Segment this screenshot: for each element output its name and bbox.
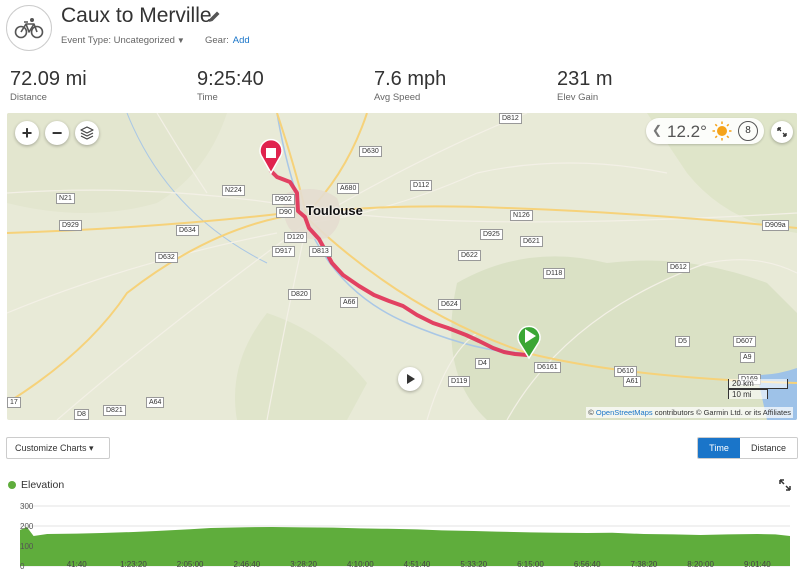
road-label: D607 [733, 336, 756, 347]
fullscreen-button[interactable] [771, 121, 793, 143]
map-attribution: © OpenStreetMaps contributors © Garmin L… [586, 407, 793, 418]
weather-widget[interactable]: ❮ 12.2° 8 [646, 118, 764, 144]
road-label: D812 [499, 113, 522, 124]
x-tick-label: 6:15:00 [517, 560, 544, 569]
road-label: D909a [762, 220, 789, 231]
road-label: D634 [176, 225, 199, 236]
sun-icon [712, 121, 732, 141]
x-tick-label: 4:10:00 [347, 560, 374, 569]
activity-type-avatar [6, 5, 52, 51]
road-label: D632 [155, 252, 178, 263]
road-label: D813 [309, 246, 332, 257]
x-tick-label: 2:05:00 [177, 560, 204, 569]
x-tick-label: 6:56:40 [574, 560, 601, 569]
time-toggle-button[interactable]: Time [698, 438, 740, 458]
road-label: D112 [410, 180, 433, 191]
customize-charts-dropdown[interactable]: Customize Charts ▾ [6, 437, 110, 459]
stat-elev-gain: 231 m Elev Gain [557, 68, 613, 103]
activity-header: Caux to Merville Event Type: Uncategoriz… [0, 0, 800, 60]
road-label: A9 [740, 352, 755, 363]
stat-avg-speed: 7.6 mph Avg Speed [374, 68, 447, 103]
layers-icon [80, 126, 94, 140]
stat-distance: 72.09 mi Distance [10, 68, 87, 103]
road-label: 17 [7, 397, 21, 408]
road-label: D119 [448, 376, 471, 387]
expand-icon [777, 127, 787, 137]
zoom-out-button[interactable]: − [45, 121, 69, 145]
play-route-button[interactable] [398, 367, 422, 391]
road-label: D8 [74, 409, 89, 420]
x-tick-label: 4:51:40 [404, 560, 431, 569]
x-tick-label: 41:40 [67, 560, 88, 569]
x-tick-label: 7:38:20 [631, 560, 658, 569]
chevron-left-icon[interactable]: ❮ [652, 123, 662, 137]
road-label: D4 [475, 358, 490, 369]
road-label: A64 [146, 397, 165, 408]
elevation-legend-dot [8, 481, 16, 489]
road-label: D929 [59, 220, 82, 231]
end-marker-icon [259, 138, 283, 175]
road-label: D90 [276, 207, 295, 218]
road-label: A66 [340, 297, 359, 308]
road-label: D5 [675, 336, 690, 347]
x-tick-label: 5:33:20 [460, 560, 487, 569]
wind-speed-indicator: 8 [738, 121, 758, 141]
y-tick-label: 200 [20, 522, 34, 531]
event-type-dropdown[interactable]: Event Type: Uncategorized ▼ [61, 35, 185, 46]
road-label: D622 [458, 250, 481, 261]
x-tick-label: 3:28:20 [290, 560, 317, 569]
road-label: D612 [667, 262, 690, 273]
road-label: N21 [56, 193, 75, 204]
x-tick-label: 9:01:40 [744, 560, 771, 569]
gear-field: Gear: Add [205, 35, 250, 46]
distance-toggle-button[interactable]: Distance [740, 438, 797, 458]
x-tick-label: 1:23:20 [120, 560, 147, 569]
road-label: N126 [510, 210, 533, 221]
road-label: D917 [272, 246, 295, 257]
road-label: D902 [272, 194, 295, 205]
add-gear-link[interactable]: Add [233, 35, 250, 46]
road-label: A61 [623, 376, 642, 387]
caret-down-icon: ▼ [176, 36, 185, 45]
zoom-in-button[interactable]: + [15, 121, 39, 145]
activity-title: Caux to Merville [61, 4, 212, 27]
route-map[interactable]: D812 D630 N224 A680 D112 N21 D902 D90 D929 D634 D1… [7, 113, 797, 420]
weather-temp: 12.2° [667, 122, 707, 141]
elevation-chart-title: Elevation [8, 479, 64, 491]
road-label: D120 [284, 232, 307, 243]
road-label: D118 [543, 268, 566, 279]
stat-time: 9:25:40 Time [197, 68, 264, 103]
y-tick-label: 0 [20, 562, 25, 571]
play-icon [407, 374, 415, 384]
chart-axis-toggle: Time Distance [697, 437, 798, 459]
x-tick-label: 2:46:40 [234, 560, 261, 569]
road-label: D630 [359, 146, 382, 157]
openstreetmap-link[interactable]: OpenStreetMaps [596, 408, 653, 417]
city-label: Toulouse [306, 203, 363, 218]
expand-chart-icon[interactable] [779, 479, 791, 491]
road-label: N224 [222, 185, 245, 196]
activity-meta: Event Type: Uncategorized ▼ Gear: Add [61, 35, 250, 46]
road-label: D624 [438, 299, 461, 310]
road-label: D621 [520, 236, 543, 247]
road-label: A680 [337, 183, 360, 194]
map-scale: 20 km 10 mi [728, 379, 788, 399]
y-tick-label: 300 [20, 502, 34, 511]
x-tick-label: 8:20:00 [687, 560, 714, 569]
y-tick-label: 100 [20, 542, 34, 551]
edit-pencil-icon[interactable] [207, 10, 221, 24]
road-label: D6161 [534, 362, 561, 373]
road-label: D820 [288, 289, 311, 300]
road-label: D925 [480, 229, 503, 240]
road-label: D821 [103, 405, 126, 416]
bicycle-icon [14, 18, 44, 39]
elevation-chart[interactable]: 300 200 100 0 41:40 1:23:20 2:05:00 2:46:40 3:28… [0, 496, 800, 577]
layers-button[interactable] [75, 121, 99, 145]
